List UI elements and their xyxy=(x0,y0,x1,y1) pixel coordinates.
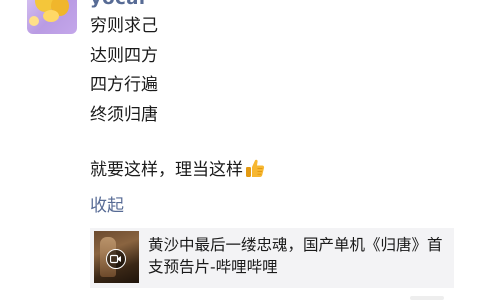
author-name[interactable]: yocal xyxy=(90,0,146,9)
thumbs-up-icon xyxy=(244,157,266,179)
avatar-art xyxy=(43,10,59,22)
link-title: 黄沙中最后一缕忠魂，国产单机《归唐》首支预告片-哔哩哔哩 xyxy=(148,236,443,276)
avatar-art xyxy=(29,16,39,26)
post-line: 穷则求己 xyxy=(90,16,158,36)
post-closing-line: 就要这样，理当这样 xyxy=(90,157,266,181)
video-play-icon xyxy=(106,249,126,269)
collapse-link[interactable]: 收起 xyxy=(90,195,124,217)
shared-link-card[interactable]: 黄沙中最后一缕忠魂，国产单机《归唐》首支预告片-哔哩哔哩 xyxy=(90,228,454,288)
post-line: 达则四方 xyxy=(90,46,158,66)
post-line: 终须归唐 xyxy=(90,105,158,125)
bottom-edge-hint xyxy=(410,296,444,300)
avatar[interactable] xyxy=(27,0,77,34)
link-thumbnail xyxy=(94,231,139,283)
post-closing-text: 就要这样，理当这样 xyxy=(90,160,243,180)
post-line: 四方行遍 xyxy=(90,75,158,95)
